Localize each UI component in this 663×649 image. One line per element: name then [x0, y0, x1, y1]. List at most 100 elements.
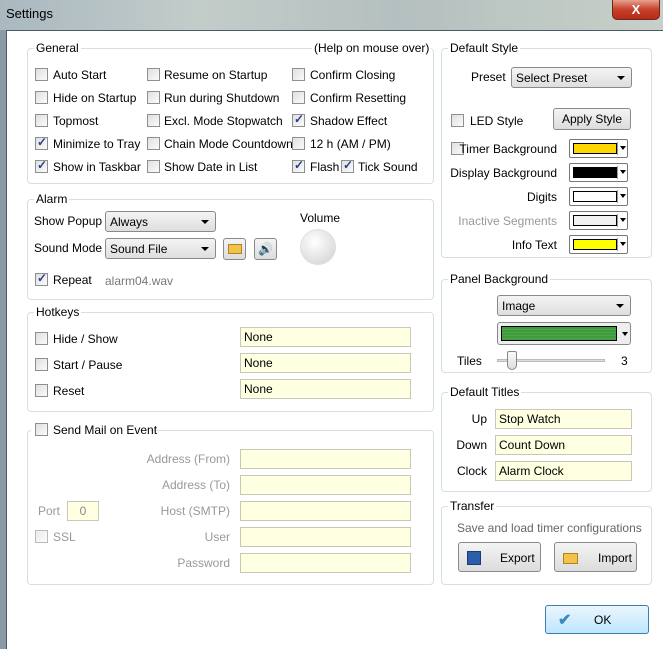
- volume-knob[interactable]: [301, 230, 335, 264]
- mail-field-input[interactable]: [240, 553, 411, 573]
- option-checkbox[interactable]: [147, 91, 160, 104]
- chevron-down-icon: [620, 146, 626, 153]
- option-label: Hide on Startup: [53, 91, 137, 105]
- tiles-label: Tiles: [457, 354, 482, 368]
- title-label: Clock: [456, 464, 487, 478]
- hotkey-checkbox[interactable]: [35, 384, 48, 397]
- led-style-label: LED Style: [470, 114, 524, 128]
- color-picker[interactable]: [569, 139, 628, 158]
- hotkeys-title: Hotkeys: [34, 305, 82, 319]
- hotkey-checkbox[interactable]: [35, 358, 48, 371]
- option-checkbox[interactable]: [35, 68, 48, 81]
- title-input[interactable]: Alarm Clock: [495, 461, 632, 481]
- option-checkbox[interactable]: [35, 135, 48, 150]
- ok-label: OK: [594, 613, 612, 627]
- panel-background-mode-select[interactable]: Image: [497, 295, 631, 316]
- import-button[interactable]: Import: [554, 542, 637, 572]
- show-popup-select[interactable]: Always: [105, 211, 216, 232]
- save-icon: [467, 551, 481, 565]
- hotkey-label: Hide / Show: [53, 332, 118, 346]
- color-picker[interactable]: [569, 187, 628, 206]
- ok-button[interactable]: ✔ OK: [545, 605, 649, 634]
- mail-field-input[interactable]: [240, 449, 411, 469]
- send-mail-checkbox[interactable]: [35, 423, 48, 436]
- option-checkbox[interactable]: [35, 158, 48, 173]
- hotkey-input[interactable]: None: [240, 327, 411, 347]
- mail-field-input[interactable]: [240, 527, 411, 547]
- mail-field-label: Address (From): [146, 452, 230, 466]
- repeat-label: Repeat: [53, 273, 92, 287]
- option-label: Tick Sound: [358, 160, 418, 174]
- hotkey-label: Start / Pause: [53, 358, 123, 372]
- option-checkbox[interactable]: [35, 114, 48, 127]
- import-label: Import: [598, 551, 633, 565]
- option-label: 12 h (AM / PM): [310, 137, 391, 151]
- title-input[interactable]: Count Down: [495, 435, 632, 455]
- option-checkbox[interactable]: [341, 158, 354, 173]
- checkmark-icon: ✔: [558, 612, 572, 629]
- color-picker[interactable]: [569, 211, 628, 230]
- option-checkbox[interactable]: [147, 114, 160, 127]
- tiles-slider-thumb[interactable]: [507, 351, 517, 370]
- hotkey-checkbox[interactable]: [35, 332, 48, 345]
- color-label: Display Background: [450, 166, 557, 180]
- option-checkbox[interactable]: [292, 158, 305, 173]
- divider: [617, 238, 618, 251]
- option-label: Shadow Effect: [310, 114, 388, 128]
- default-titles-title: Default Titles: [448, 385, 522, 399]
- panel-color-picker[interactable]: [497, 322, 631, 345]
- mail-field-input[interactable]: [240, 475, 411, 495]
- close-button[interactable]: X: [612, 0, 660, 20]
- option-checkbox[interactable]: [147, 137, 160, 150]
- help-hint: (Help on mouse over): [312, 41, 432, 55]
- hotkey-input[interactable]: None: [240, 379, 411, 399]
- title-input[interactable]: Stop Watch: [495, 409, 632, 429]
- color-label: Timer Background: [459, 142, 557, 156]
- option-label: Auto Start: [53, 68, 107, 82]
- hotkey-label: Reset: [53, 384, 85, 398]
- repeat-checkbox[interactable]: [35, 271, 48, 286]
- preset-select[interactable]: Select Preset: [511, 67, 632, 88]
- send-mail-label: Send Mail on Event: [53, 423, 158, 437]
- option-checkbox[interactable]: [292, 68, 305, 81]
- hotkey-input[interactable]: None: [240, 353, 411, 373]
- option-label: Topmost: [53, 114, 99, 128]
- export-button[interactable]: Export: [458, 542, 541, 572]
- option-label: Run during Shutdown: [164, 91, 280, 105]
- option-checkbox[interactable]: [147, 68, 160, 81]
- export-label: Export: [500, 551, 535, 565]
- browse-sound-button[interactable]: [223, 238, 246, 260]
- speaker-icon: 🔊: [258, 242, 273, 256]
- chevron-down-icon: [620, 218, 626, 225]
- port-input[interactable]: 0: [67, 501, 99, 521]
- option-checkbox[interactable]: [147, 160, 160, 173]
- option-checkbox[interactable]: [292, 91, 305, 104]
- folder-icon: [563, 553, 578, 564]
- ssl-checkbox[interactable]: [35, 530, 48, 543]
- play-sound-button[interactable]: 🔊: [254, 238, 277, 260]
- led-style-checkbox[interactable]: [451, 114, 464, 127]
- option-label: Chain Mode Countdown: [164, 137, 293, 151]
- volume-label: Volume: [300, 211, 341, 225]
- color-swatch: [573, 191, 617, 202]
- option-label: Show Date in List: [164, 160, 258, 174]
- option-checkbox[interactable]: [35, 91, 48, 104]
- transfer-title: Transfer: [448, 499, 497, 513]
- mail-field-label: Password: [177, 556, 230, 570]
- option-checkbox[interactable]: [292, 112, 305, 127]
- option-checkbox[interactable]: [292, 137, 305, 150]
- color-picker[interactable]: [569, 235, 628, 254]
- folder-icon: [227, 244, 242, 254]
- apply-style-button[interactable]: Apply Style: [553, 108, 631, 130]
- chevron-down-icon: [620, 170, 626, 177]
- color-swatch: [573, 143, 617, 154]
- mail-field-input[interactable]: [240, 501, 411, 521]
- show-popup-label: Show Popup: [34, 214, 103, 228]
- color-label: Info Text: [511, 238, 557, 252]
- sound-mode-select[interactable]: Sound File: [105, 238, 216, 259]
- divider: [617, 166, 618, 179]
- ssl-label: SSL: [53, 530, 76, 544]
- option-label: Resume on Startup: [164, 68, 268, 82]
- window-title: Settings: [6, 6, 53, 21]
- color-picker[interactable]: [569, 163, 628, 182]
